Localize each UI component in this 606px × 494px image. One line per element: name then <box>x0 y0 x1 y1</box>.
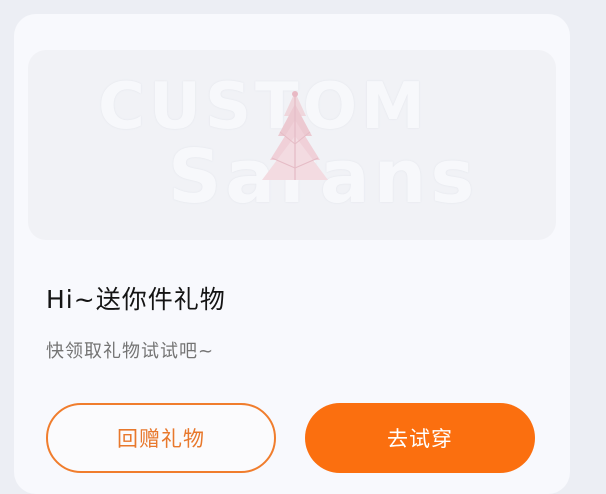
try-on-button-label: 去试穿 <box>387 427 453 451</box>
gift-back-button-label: 回赠礼物 <box>117 427 205 451</box>
gift-subtitle: 快领取礼物试试吧~ <box>46 341 215 362</box>
try-on-button[interactable]: 去试穿 <box>305 403 535 473</box>
gift-back-button[interactable]: 回赠礼物 <box>46 403 276 473</box>
christmas-tree-icon <box>262 91 328 180</box>
gift-title: Hi~送你件礼物 <box>46 285 226 314</box>
gift-card: CUSTOM Sarans Hi~送你件礼物 快领取礼物试试吧~ 回赠礼物 去试… <box>14 14 570 494</box>
gift-banner-image: CUSTOM Sarans <box>28 50 556 240</box>
